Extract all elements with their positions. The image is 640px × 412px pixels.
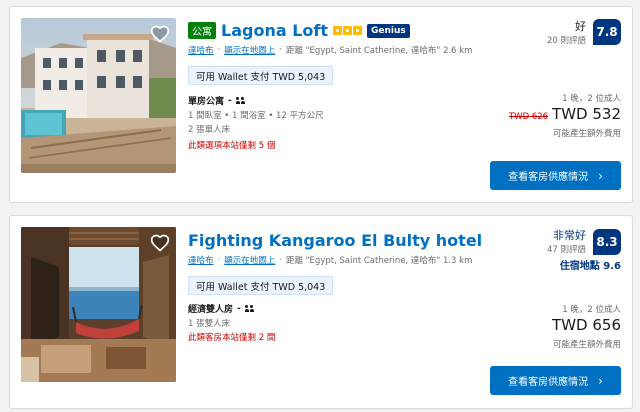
wallet-banner: 可用 Wallet 支付 TWD 5,043 — [188, 66, 334, 85]
location-score: 住宿地點 9.6 — [559, 261, 621, 272]
property-name-link[interactable]: Lagona Loft — [221, 21, 328, 40]
separator-dot: · — [217, 255, 221, 265]
chevron-right-icon: › — [598, 168, 603, 183]
property-card: 公寓 Lagona Loft Genius 達哈布 · 顯示在地圖上 · 距離 … — [9, 6, 633, 203]
current-price: TWD 656 — [552, 316, 621, 334]
separator-dot: · — [217, 45, 221, 55]
property-name-link[interactable]: Fighting Kangaroo El Bulty hotel — [188, 231, 482, 250]
room-separator: - — [237, 303, 241, 314]
stay-occupancy: 1 晚，2 位成人 — [562, 94, 621, 104]
property-photo[interactable] — [21, 227, 176, 382]
star-icon — [343, 26, 352, 35]
occupancy-icon — [235, 97, 245, 104]
star-icon — [353, 26, 362, 35]
cta-label: 查看客房供應情況 — [508, 172, 589, 183]
distance-text: 距離 "Egypt, Saint Catherine, 達哈布" 2.6 km — [285, 46, 473, 56]
chevron-right-icon: › — [598, 373, 603, 388]
heart-icon[interactable] — [150, 233, 170, 253]
price-row: TWD 656 — [552, 316, 621, 334]
location-row: 達哈布 · 顯示在地圖上 · 距離 "Egypt, Saint Catherin… — [188, 254, 472, 266]
room-name: 經濟雙人房 — [188, 305, 234, 315]
property-type-badge: 公寓 — [188, 22, 216, 39]
scarcity-message: 此類選項本站僅剩 5 個 — [188, 141, 276, 151]
cta-label: 查看客房供應情況 — [508, 377, 589, 388]
distance-text: 距離 "Egypt, Saint Catherine, 達哈布" 1.3 km — [285, 256, 473, 266]
review-score-badge[interactable]: 8.3 — [593, 229, 621, 255]
room-title: 經濟雙人房 - — [188, 302, 254, 315]
separator-dot: · — [279, 45, 282, 55]
rating-word: 好 — [575, 20, 586, 33]
star-icon — [333, 26, 342, 35]
room-name: 單房公寓 — [188, 97, 225, 107]
stay-occupancy: 1 晚，2 位成人 — [562, 305, 621, 315]
title-row: 公寓 Lagona Loft Genius — [188, 21, 410, 40]
see-availability-button[interactable]: 查看客房供應情況 › — [490, 161, 621, 190]
city-link[interactable]: 達哈布 — [188, 44, 214, 56]
scarcity-message: 此類客房本站僅剩 2 間 — [188, 333, 276, 343]
current-price: TWD 532 — [552, 105, 621, 123]
title-row: Fighting Kangaroo El Bulty hotel — [188, 231, 482, 250]
city-link[interactable]: 達哈布 — [188, 254, 214, 266]
price-row: TWD 626 TWD 532 — [509, 105, 621, 123]
genius-badge[interactable]: Genius — [367, 23, 410, 38]
room-title: 單房公寓 - — [188, 94, 245, 107]
original-price: TWD 626 — [508, 112, 549, 122]
review-count[interactable]: 20 則評語 — [547, 34, 586, 46]
tax-note: 可能產生額外費用 — [552, 340, 621, 350]
property-card: Fighting Kangaroo El Bulty hotel 達哈布 · 顯… — [9, 215, 633, 409]
review-count[interactable]: 47 則評語 — [547, 243, 586, 255]
review-score-badge[interactable]: 7.8 — [593, 19, 621, 45]
occupancy-icon — [244, 305, 254, 312]
show-on-map-link[interactable]: 顯示在地圖上 — [224, 44, 275, 56]
property-photo[interactable] — [21, 18, 176, 173]
star-rating — [333, 26, 362, 35]
rating-word: 非常好 — [553, 229, 586, 242]
location-row: 達哈布 · 顯示在地圖上 · 距離 "Egypt, Saint Catherin… — [188, 44, 472, 56]
tax-note: 可能產生額外費用 — [552, 129, 621, 139]
heart-icon[interactable] — [150, 24, 170, 44]
show-on-map-link[interactable]: 顯示在地圖上 — [224, 254, 275, 266]
separator-dot: · — [279, 255, 282, 265]
bed-info: 1 張雙人床 — [188, 319, 231, 329]
room-separator: - — [228, 95, 232, 106]
wallet-banner: 可用 Wallet 支付 TWD 5,043 — [188, 276, 334, 295]
see-availability-button[interactable]: 查看客房供應情況 › — [490, 366, 621, 395]
room-details: 1 間臥室 • 1 間浴室 • 12 平方公尺 — [188, 111, 324, 121]
bed-info: 2 張單人床 — [188, 125, 231, 135]
